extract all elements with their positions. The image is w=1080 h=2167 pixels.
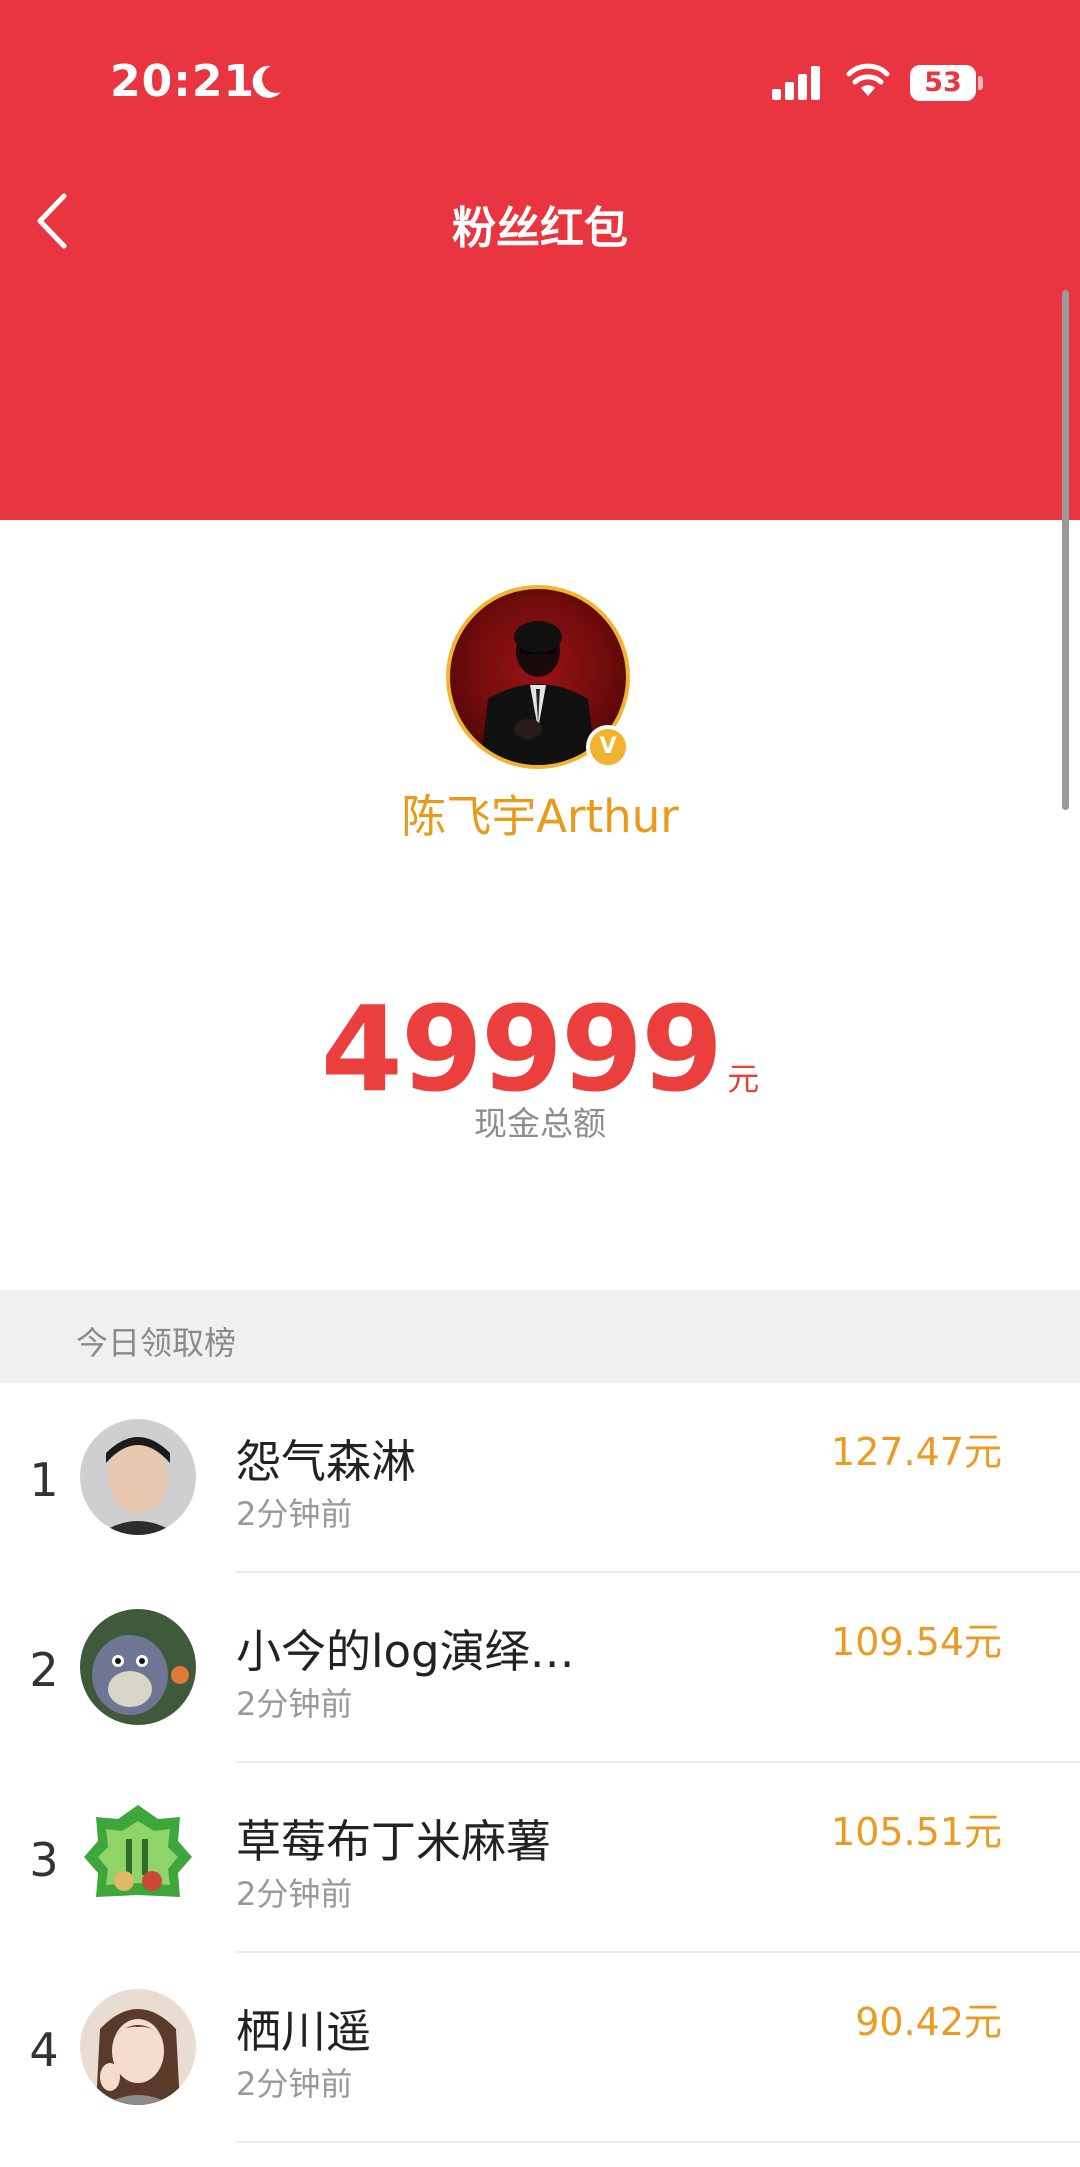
list-item[interactable]: 2 小今的log演绎… 2分钟前 109.54元 — [0, 1573, 1080, 1763]
claim-amount: 90.42元 — [855, 2000, 1002, 2044]
divider — [236, 2141, 1080, 2143]
user-name: 草莓布丁米麻薯 — [236, 1815, 552, 1868]
claim-amount: 127.47元 — [831, 1430, 1002, 1474]
rank-number: 4 — [29, 2023, 59, 2077]
verified-badge: V — [586, 725, 630, 769]
list-item[interactable]: 4 栖川遥 2分钟前 90.42元 — [0, 1953, 1080, 2143]
avatar[interactable] — [80, 1799, 196, 1915]
status-time: 20:21 — [110, 56, 256, 107]
rank-number: 3 — [29, 1833, 59, 1887]
claim-time: 2分钟前 — [236, 2065, 353, 2103]
claim-amount: 109.54元 — [831, 1620, 1002, 1664]
page-title: 粉丝红包 — [452, 203, 628, 254]
signal-icon — [772, 66, 820, 100]
avatar[interactable] — [80, 1419, 196, 1535]
section-title: 今日领取榜 — [76, 1324, 237, 1362]
rank-number: 1 — [29, 1453, 59, 1507]
user-name: 栖川遥 — [236, 2005, 372, 2058]
avatar[interactable] — [80, 1609, 196, 1725]
list-item[interactable]: 3 草莓布丁米麻薯 2分钟前 105.51元 — [0, 1763, 1080, 1953]
user-name: 怨气森淋 — [236, 1435, 417, 1488]
claim-time: 2分钟前 — [236, 1495, 353, 1533]
red-packet-page: 20:21 53 粉丝红包 V 陈飞宇Arthur 49999 元 现金总额 今… — [0, 0, 1080, 2167]
wifi-icon — [846, 63, 890, 96]
claim-amount: 105.51元 — [831, 1810, 1002, 1854]
claim-time: 2分钟前 — [236, 1685, 353, 1723]
amount-unit: 元 — [727, 1060, 760, 1098]
battery-icon: 53 — [910, 65, 976, 101]
list-item[interactable]: 1 怨气森淋 2分钟前 127.47元 — [0, 1383, 1080, 1573]
scroll-indicator[interactable] — [1062, 290, 1069, 810]
claim-time: 2分钟前 — [236, 1875, 353, 1913]
amount-caption: 现金总额 — [474, 1104, 606, 1143]
user-name: 小今的log演绎… — [236, 1625, 575, 1678]
avatar[interactable] — [80, 1989, 196, 2105]
battery-nub — [978, 76, 983, 90]
creator-name[interactable]: 陈飞宇Arthur — [0, 780, 1080, 845]
rank-number: 2 — [29, 1643, 59, 1697]
moon-icon — [252, 65, 281, 98]
